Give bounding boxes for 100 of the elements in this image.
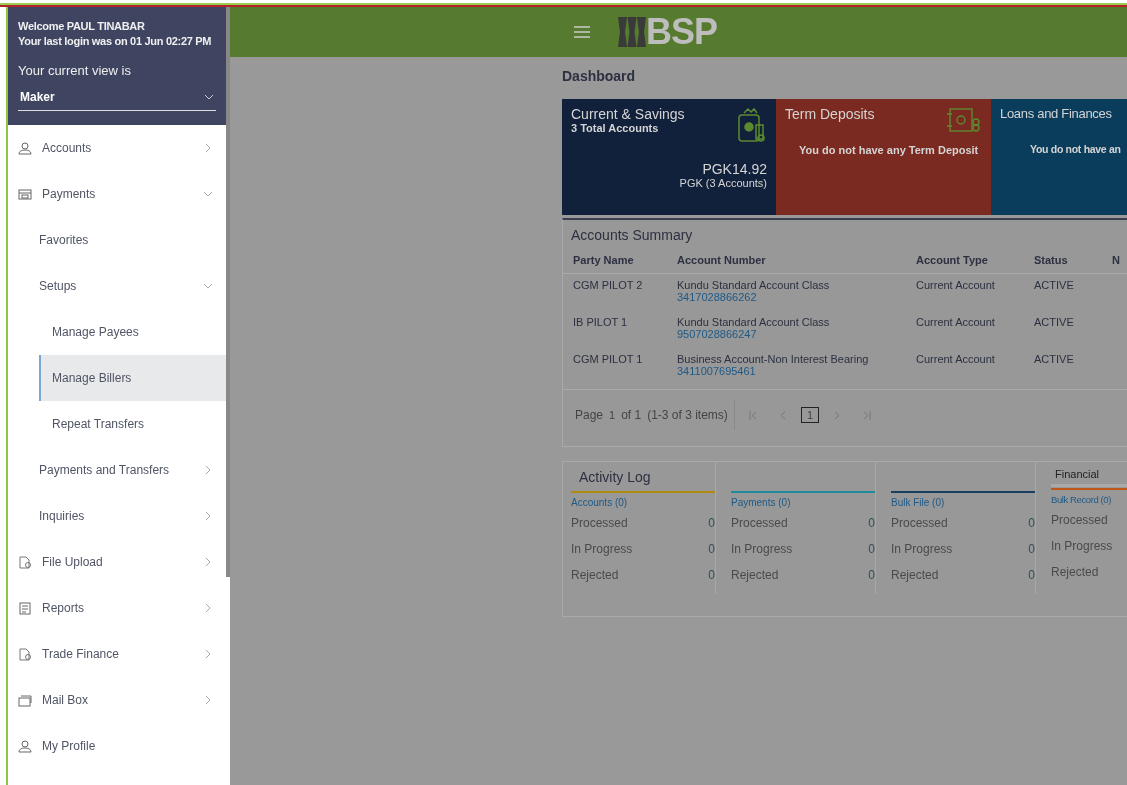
view-dropdown[interactable]: Maker (18, 82, 216, 111)
card-subtitle: 3 Total Accounts (571, 122, 660, 134)
status-label: Rejected (571, 568, 619, 584)
menu-item[interactable]: Reports (8, 585, 226, 631)
empty-message: You do not have any Term Deposit (798, 144, 980, 156)
table-cell-text: ACTIVE (1034, 353, 1075, 367)
menu-item[interactable]: Trade Finance (8, 631, 226, 677)
card-title: Term Deposits (785, 106, 876, 122)
status-label: Processed (1051, 513, 1108, 529)
chevron-right-icon (204, 512, 212, 520)
submenu-item[interactable]: Favorites (8, 217, 226, 263)
status-count: 0 (1028, 568, 1035, 584)
drum-icon (618, 17, 646, 47)
status-count: 0 (868, 542, 875, 558)
previous-page-icon[interactable] (778, 410, 787, 420)
status-label: Rejected (731, 568, 779, 584)
panel-title: Activity Log (578, 468, 652, 487)
doc-icon (18, 601, 32, 615)
submenu-item[interactable]: Inquiries (8, 493, 226, 539)
status-label: Processed (891, 516, 948, 532)
chevron-right-icon (204, 144, 212, 152)
table-cell-text: Current Account (916, 279, 996, 293)
account-class: Business Account-Non Interest Bearing (677, 353, 870, 365)
column-header: Status (1034, 254, 1069, 266)
chevron-right-icon (204, 604, 212, 612)
view-label: Your current view is (18, 63, 132, 78)
chevron-down-icon (204, 94, 214, 100)
table-cell-text: CGM PILOT 2 (573, 279, 644, 293)
submenu-item[interactable]: Payments and Transfers (8, 447, 226, 493)
table-cell-text: ACTIVE (1034, 279, 1075, 293)
page-title: Dashboard (562, 68, 637, 84)
menu-item[interactable]: Payments (8, 171, 226, 217)
status-label: Rejected (891, 568, 939, 584)
file-icon (18, 555, 32, 569)
table-cell-text: Current Account (916, 316, 996, 330)
table-cell-text: ACTIVE (1034, 316, 1075, 330)
panel-title: Accounts Summary (570, 226, 694, 245)
scrollbar[interactable] (226, 7, 230, 577)
file-icon (18, 647, 32, 661)
summary-card[interactable]: Current & Savings 3 Total Accounts PGK14.92 PGK (3 Accounts) (562, 99, 776, 215)
next-page-icon[interactable] (833, 410, 841, 420)
submenu-item[interactable]: Repeat Transfers (8, 401, 226, 447)
menu-item[interactable]: File Upload (8, 539, 226, 585)
page-count: of 1 (621, 408, 642, 422)
card-title: Loans and Finances (1000, 106, 1113, 121)
balance-note: PGK (3 Accounts) (678, 177, 767, 189)
column-header: Account Number (677, 254, 767, 266)
status-count: 0 (1028, 542, 1035, 558)
page-number: 1 (609, 409, 616, 421)
jar-icon (736, 107, 766, 143)
account-class: Kundu Standard Account Class (677, 279, 831, 291)
submenu-item[interactable]: Setups (8, 263, 226, 309)
status-count: 0 (868, 516, 875, 532)
safe-icon (945, 107, 981, 133)
person-icon (18, 739, 32, 753)
chevron-right-icon (204, 696, 212, 704)
status-count: 0 (1028, 516, 1035, 532)
status-label: In Progress (891, 542, 953, 558)
menu-icon[interactable] (574, 26, 590, 38)
status-label: Processed (571, 516, 628, 532)
chevron-down-icon (204, 282, 212, 290)
submenu-item[interactable]: Manage Payees (8, 309, 226, 355)
logo-text: BSP (646, 11, 718, 53)
column-header: Party Name (573, 254, 635, 266)
table-cell-text: CGM PILOT 1 (573, 353, 644, 367)
submenu-item[interactable]: Manage Billers (39, 355, 226, 401)
chevron-right-icon (204, 558, 212, 566)
page-button[interactable]: 1 (800, 407, 819, 423)
mail-icon (18, 693, 32, 707)
summary-card[interactable]: Term Deposits You do not have any Term Deposit (776, 99, 991, 215)
menu-item[interactable]: My Profile (8, 723, 226, 769)
balance-amount: PGK14.92 (701, 161, 767, 177)
last-page-icon[interactable] (863, 410, 871, 420)
first-page-icon[interactable] (748, 410, 757, 420)
person-icon (18, 141, 32, 155)
menu-item[interactable]: Accounts (8, 125, 226, 171)
welcome-text: Welcome PAUL TINABAR (18, 19, 146, 34)
card-icon (18, 187, 32, 201)
status-label: In Progress (1051, 539, 1113, 555)
status-count: 0 (708, 516, 715, 532)
chevron-right-icon (204, 650, 212, 658)
status-count: 0 (708, 542, 715, 558)
account-class: Kundu Standard Account Class (677, 316, 831, 328)
chevron-down-icon (204, 190, 212, 198)
status-label: Rejected (1051, 565, 1099, 581)
table-cell-text: Current Account (916, 353, 996, 367)
menu-item[interactable]: Mail Box (8, 677, 226, 723)
status-count: 0 (708, 568, 715, 584)
last-login-text: Your last login was on 01 Jun 02:27 PM (18, 34, 213, 49)
column-header: N (1112, 254, 1121, 266)
status-count: 0 (868, 568, 875, 584)
status-label: In Progress (731, 542, 793, 558)
chevron-right-icon (204, 466, 212, 474)
summary-card[interactable]: Loans and Finances You do not have an (991, 99, 1127, 215)
status-label: In Progress (571, 542, 633, 558)
column-header: Account Type (916, 254, 989, 266)
page-label: Page (575, 408, 604, 422)
card-title: Current & Savings (571, 106, 686, 122)
status-label: Processed (731, 516, 788, 532)
table-cell-text: IB PILOT 1 (573, 316, 629, 330)
